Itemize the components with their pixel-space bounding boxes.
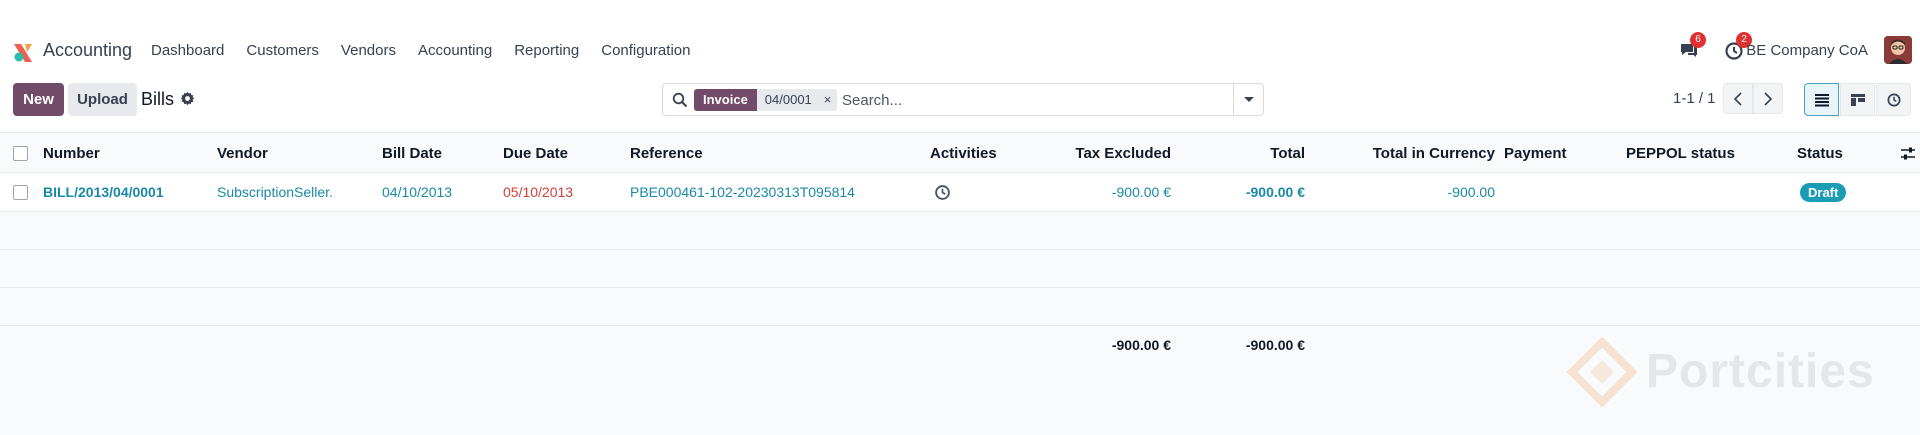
watermark-text: Portcities bbox=[1646, 345, 1875, 398]
table-row[interactable]: BILL/2013/04/0001 SubscriptionSeller. 04… bbox=[0, 173, 1920, 212]
navbar-systray: 6 2 BE Company CoA bbox=[1620, 32, 1920, 66]
new-button[interactable]: New bbox=[13, 83, 64, 116]
cell-due-date: 05/10/2013 bbox=[503, 184, 574, 200]
menu-item-dashboard[interactable]: Dashboard bbox=[151, 42, 224, 59]
search-icon[interactable] bbox=[672, 92, 688, 108]
page-title: Bills bbox=[141, 89, 175, 109]
menu-item-customers[interactable]: Customers bbox=[246, 42, 319, 59]
main-menu: Dashboard Customers Vendors Accounting R… bbox=[151, 42, 712, 59]
top-navbar: Accounting Dashboard Customers Vendors A… bbox=[0, 0, 1920, 70]
column-header-number[interactable]: Number bbox=[43, 145, 100, 162]
list-view-button[interactable] bbox=[1804, 83, 1839, 116]
optional-columns-sliders-icon[interactable] bbox=[1900, 146, 1916, 161]
empty-row bbox=[0, 288, 1920, 326]
cell-total-in-currency: -900.00 bbox=[1447, 184, 1495, 200]
menu-item-configuration[interactable]: Configuration bbox=[601, 42, 690, 59]
facet-remove-button[interactable]: × bbox=[824, 89, 832, 111]
caret-down-icon bbox=[1244, 97, 1254, 102]
avatar[interactable] bbox=[1884, 36, 1912, 64]
search-facet: Invoice 04/0001 × bbox=[694, 89, 838, 111]
empty-row bbox=[0, 250, 1920, 288]
status-badge: Draft bbox=[1800, 183, 1847, 202]
column-header-due-date[interactable]: Due Date bbox=[503, 145, 568, 162]
cell-number[interactable]: BILL/2013/04/0001 bbox=[43, 184, 164, 200]
user-avatar-icon bbox=[1884, 36, 1912, 64]
menu-item-reporting[interactable]: Reporting bbox=[514, 42, 579, 59]
footer-tax-excluded-sum: -900.00 € bbox=[1111, 337, 1171, 353]
activity-view-button[interactable] bbox=[1876, 83, 1911, 116]
search-bar: Invoice 04/0001 × bbox=[662, 83, 1264, 116]
column-header-total-in-currency[interactable]: Total in Currency bbox=[1373, 145, 1495, 162]
column-header-bill-date[interactable]: Bill Date bbox=[382, 145, 442, 162]
bills-list-table: Number Vendor Bill Date Due Date Referen… bbox=[0, 132, 1920, 366]
chevron-left-icon bbox=[1733, 91, 1742, 106]
portcities-logo-icon bbox=[1566, 338, 1638, 408]
pager-next-button[interactable] bbox=[1753, 83, 1783, 114]
menu-item-vendors[interactable]: Vendors bbox=[341, 42, 396, 59]
column-header-activities[interactable]: Activities bbox=[930, 145, 997, 162]
column-header-vendor[interactable]: Vendor bbox=[217, 145, 268, 162]
accounting-app-icon[interactable] bbox=[12, 42, 34, 64]
cell-vendor[interactable]: SubscriptionSeller. bbox=[217, 184, 333, 200]
messages-button[interactable]: 6 bbox=[1678, 32, 1708, 66]
company-switcher[interactable]: BE Company CoA bbox=[1746, 42, 1868, 59]
facet-value-wrap: 04/0001 × bbox=[756, 89, 838, 111]
footer-total-sum: -900.00 € bbox=[1245, 337, 1305, 353]
cell-total: -900.00 € bbox=[1245, 184, 1305, 200]
pager-value[interactable]: 1-1 / 1 bbox=[1673, 90, 1716, 107]
search-options-toggle[interactable] bbox=[1233, 84, 1263, 115]
gear-icon[interactable] bbox=[180, 91, 195, 106]
control-panel: New Upload Bills Invoice 04/0001 × 1-1 /… bbox=[0, 70, 1920, 132]
chevron-right-icon bbox=[1764, 91, 1773, 106]
facet-value: 04/0001 bbox=[764, 92, 812, 107]
portcities-watermark: Portcities bbox=[1566, 338, 1886, 408]
column-header-reference[interactable]: Reference bbox=[630, 145, 703, 162]
facet-label: Invoice bbox=[694, 89, 757, 111]
cell-reference: PBE000461-102-20230313T095814 bbox=[630, 184, 855, 200]
column-header-status[interactable]: Status bbox=[1797, 145, 1843, 162]
activity-clock-icon[interactable] bbox=[934, 184, 951, 201]
cell-tax-excluded: -900.00 € bbox=[1111, 184, 1171, 200]
row-checkbox[interactable] bbox=[13, 185, 28, 200]
kanban-view-button[interactable] bbox=[1840, 83, 1875, 116]
column-header-peppol-status[interactable]: PEPPOL status bbox=[1626, 145, 1735, 162]
column-header-payment[interactable]: Payment bbox=[1504, 145, 1567, 162]
table-header: Number Vendor Bill Date Due Date Referen… bbox=[0, 132, 1920, 173]
messages-badge: 6 bbox=[1690, 32, 1706, 48]
empty-row bbox=[0, 212, 1920, 250]
app-name[interactable]: Accounting bbox=[43, 40, 132, 61]
menu-item-accounting[interactable]: Accounting bbox=[418, 42, 492, 59]
activity-view-icon bbox=[1887, 93, 1900, 106]
column-header-tax-excluded[interactable]: Tax Excluded bbox=[1075, 145, 1171, 162]
kanban-view-icon bbox=[1850, 93, 1865, 106]
cell-bill-date: 04/10/2013 bbox=[382, 184, 453, 200]
list-view-icon bbox=[1814, 93, 1829, 106]
search-input[interactable] bbox=[842, 88, 1222, 112]
select-all-checkbox[interactable] bbox=[13, 146, 28, 161]
pager-previous-button[interactable] bbox=[1723, 83, 1753, 114]
upload-button[interactable]: Upload bbox=[68, 83, 137, 116]
column-header-total[interactable]: Total bbox=[1270, 145, 1305, 162]
